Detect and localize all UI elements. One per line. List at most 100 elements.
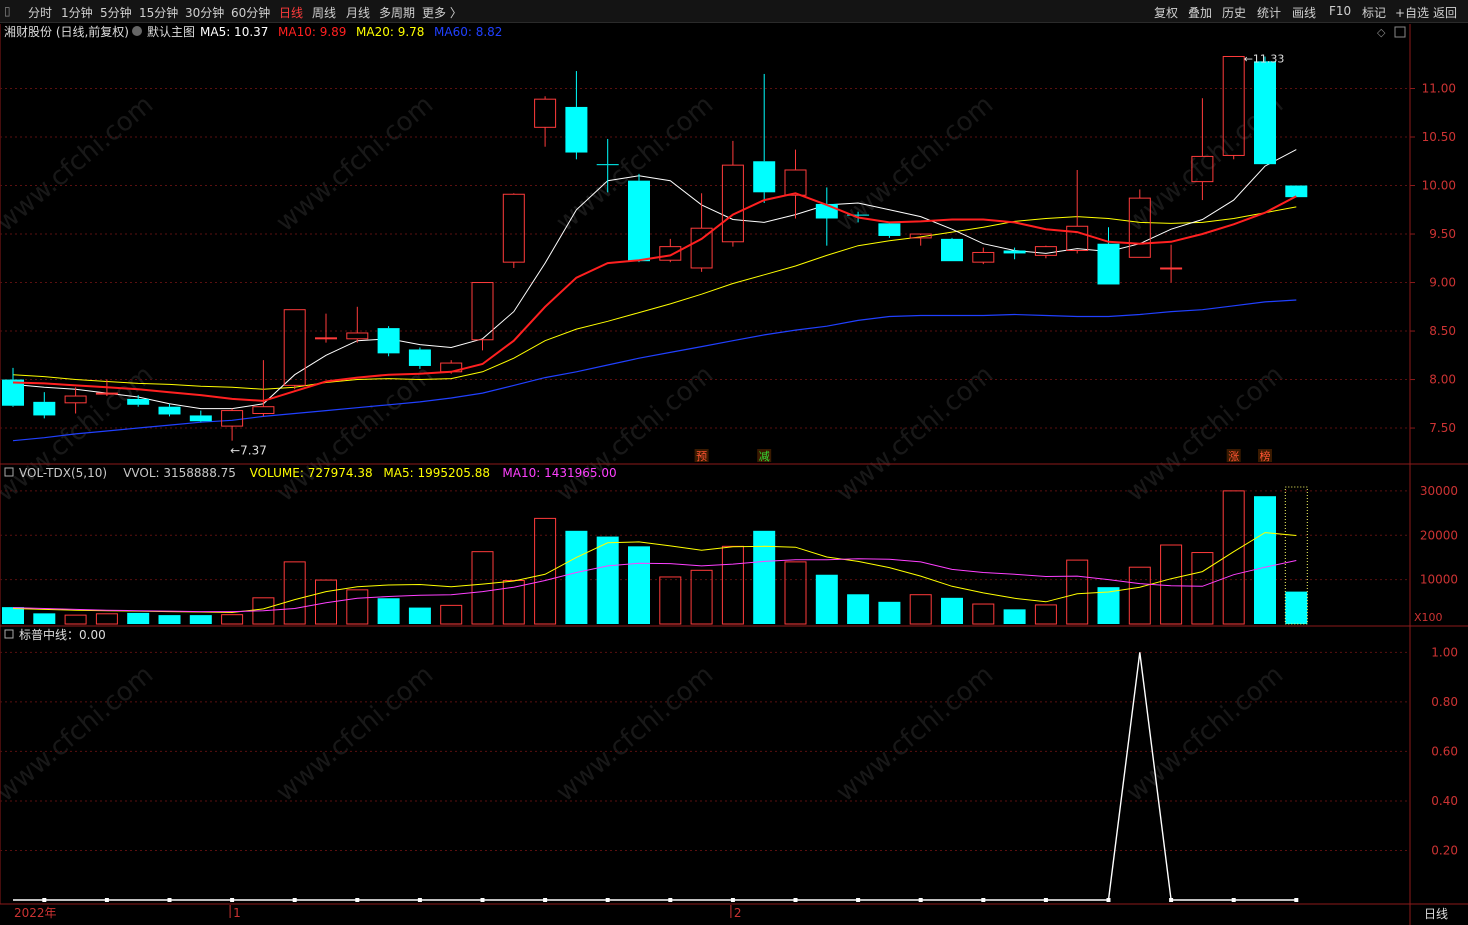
candle <box>972 247 995 265</box>
watermark-text: www.cfchi.com <box>551 360 720 508</box>
candle-body <box>64 395 87 404</box>
ma-legend-label: MA10: 9.89 <box>278 25 346 39</box>
candle-body <box>221 410 244 427</box>
candle-body <box>377 328 400 354</box>
volume-bar <box>721 545 744 625</box>
volume-bar <box>1003 609 1026 624</box>
panel-toggle-icon[interactable] <box>4 629 14 639</box>
panel-maximize-icon[interactable] <box>1394 26 1406 38</box>
indicator-point <box>793 898 798 902</box>
candle-body <box>1097 243 1120 285</box>
volume-legend-label: VOLUME: 727974.38 <box>250 466 373 480</box>
candle <box>283 309 306 390</box>
indicator-point <box>668 898 673 902</box>
settings-icon[interactable] <box>132 26 142 36</box>
candle <box>408 347 431 369</box>
volume-bar <box>1191 552 1214 625</box>
candle <box>1003 247 1026 260</box>
stock-chart[interactable]: www.cfchi.com www.cfchi.com www.cfchi.com w… <box>0 0 1468 925</box>
volume-bar <box>283 561 306 625</box>
price-tick-label: 8.50 <box>1429 324 1456 338</box>
candle <box>784 149 807 219</box>
candle-body <box>1066 225 1089 252</box>
volume-bar <box>1222 490 1245 625</box>
indicator-point <box>1231 898 1236 902</box>
indicator-point <box>355 898 360 902</box>
candle <box>1285 185 1308 198</box>
event-tag: 预 <box>696 450 707 463</box>
volume-bar <box>690 569 713 625</box>
indicator-point <box>856 898 861 902</box>
candle <box>158 403 181 417</box>
candle-body <box>127 398 150 405</box>
watermark-text: www.cfchi.com <box>271 90 440 238</box>
ma-legend-label: MA5: 10.37 <box>200 25 268 39</box>
candle-body <box>158 406 181 415</box>
indicator-tick-label: 0.60 <box>1431 744 1458 758</box>
ma-legend-label: MA20: 9.78 <box>356 25 424 39</box>
indicator-point <box>1169 898 1174 902</box>
watermark-text: www.cfchi.com <box>0 660 159 808</box>
volume-bar <box>127 612 150 624</box>
candle <box>2 367 24 407</box>
candle <box>534 96 557 147</box>
volume-bar <box>1034 604 1057 625</box>
volume-bar <box>909 594 932 625</box>
volume-bar <box>565 530 588 624</box>
indicator-point <box>1043 898 1048 902</box>
volume-bar <box>408 607 431 624</box>
indicator-point <box>1294 898 1299 902</box>
watermark-text: www.cfchi.com <box>0 90 159 238</box>
candle-body <box>534 98 557 128</box>
candle-body <box>408 349 431 366</box>
indicator-point <box>543 898 548 902</box>
indicator-point <box>292 898 297 902</box>
candle <box>565 71 588 160</box>
candle <box>377 326 400 357</box>
candle <box>753 73 776 203</box>
year-label: 2022年 <box>14 906 57 920</box>
volume-tick-label: 20000 <box>1420 528 1458 542</box>
volume-bar <box>471 551 494 625</box>
volume-bar <box>189 615 212 624</box>
candle-body <box>784 169 807 196</box>
main-panel-title: 湘财股份 (日线,前复权) <box>4 24 129 39</box>
watermark-text: www.cfchi.com <box>271 360 440 508</box>
bottom-period-label: 日线 <box>1424 907 1448 921</box>
candle <box>628 173 650 263</box>
volume-bar <box>878 601 901 624</box>
candle-body <box>33 401 56 416</box>
diamond-icon: ◇ <box>1377 26 1386 39</box>
candle-body <box>1034 246 1057 256</box>
candle <box>221 408 244 441</box>
candle-body <box>1254 61 1276 165</box>
candle-body <box>878 223 901 236</box>
candle-body <box>189 415 212 422</box>
candle <box>189 410 212 423</box>
indicator-point <box>230 898 235 902</box>
volume-bar <box>659 576 682 625</box>
candle-body <box>502 193 525 263</box>
candle <box>878 222 901 238</box>
candle-body <box>596 164 619 166</box>
volume-bar <box>1066 559 1089 625</box>
ma-legend-label: MA60: 8.82 <box>434 25 502 39</box>
candle-body <box>315 337 337 340</box>
volume-bar <box>377 598 400 624</box>
candle <box>33 392 56 419</box>
candle <box>815 187 838 246</box>
volume-unit: X100 <box>1414 611 1443 624</box>
price-tick-label: 10.00 <box>1422 179 1456 193</box>
candle <box>346 306 369 343</box>
volume-bar <box>941 597 963 624</box>
price-tick-label: 11.00 <box>1422 82 1456 96</box>
indicator-point <box>730 898 735 902</box>
candle <box>1066 169 1089 254</box>
volume-bar <box>95 613 118 625</box>
candle-body <box>95 392 118 395</box>
candle <box>1160 244 1183 283</box>
month-label: 2 <box>734 906 742 920</box>
candle-body <box>346 332 369 340</box>
candle <box>1254 56 1276 165</box>
indicator-point <box>981 898 986 902</box>
